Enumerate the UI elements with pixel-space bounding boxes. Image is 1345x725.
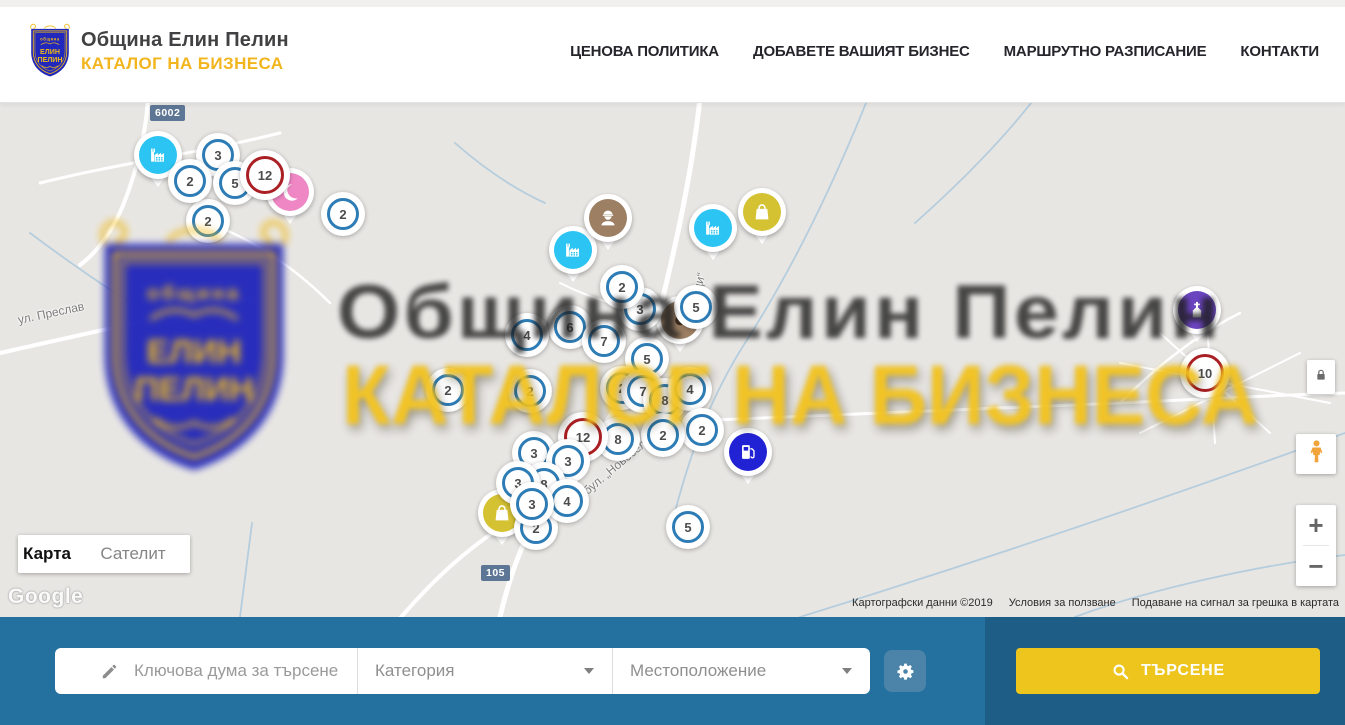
- cluster-marker[interactable]: 2: [321, 192, 365, 236]
- keyword-search-input[interactable]: [134, 661, 357, 681]
- top-strip: [0, 0, 1345, 7]
- search-bar: Категория Местоположение ТЪРСЕНЕ: [0, 617, 1345, 725]
- nav-pricing-policy[interactable]: ЦЕНОВА ПОЛИТИКА: [570, 43, 719, 60]
- worker-pin[interactable]: [584, 194, 632, 242]
- gear-icon: [895, 661, 916, 682]
- bag-pin[interactable]: [738, 188, 786, 236]
- chevron-down-icon: [584, 668, 594, 674]
- category-dropdown[interactable]: Категория: [358, 648, 613, 694]
- keyword-field: [55, 648, 358, 694]
- report-map-error-link[interactable]: Подаване на сигнал за грешка в картата: [1132, 597, 1339, 609]
- worker-icon: [589, 199, 627, 237]
- watermark-subtitle: КАТАЛОГ НА БИЗНЕСА: [342, 347, 1258, 444]
- location-dropdown[interactable]: Местоположение: [613, 648, 870, 694]
- road-shield: 6002: [150, 105, 185, 121]
- map-type-map-button[interactable]: Карта: [18, 535, 76, 573]
- lock-icon: [1313, 367, 1329, 388]
- svg-text:ПЕЛИН: ПЕЛИН: [37, 56, 62, 64]
- search-fields: Категория Местоположение: [55, 648, 870, 694]
- zoom-control: + −: [1296, 505, 1336, 586]
- google-logo[interactable]: Google: [8, 585, 83, 609]
- category-dropdown-label: Категория: [375, 661, 454, 681]
- lock-button[interactable]: [1307, 360, 1335, 394]
- svg-text:ЕЛИН: ЕЛИН: [147, 334, 242, 371]
- cluster-marker[interactable]: 3: [510, 482, 554, 526]
- map-attribution: Картографски данни ©2019 Условия за полз…: [852, 597, 1339, 609]
- nav-add-your-business[interactable]: ДОБАВЕТЕ ВАШИЯТ БИЗНЕС: [753, 43, 970, 60]
- search-bar-right-panel: ТЪРСЕНЕ: [985, 617, 1345, 725]
- municipality-logo: община ЕЛИН ПЕЛИН: [27, 23, 73, 79]
- main-nav: ЦЕНОВА ПОЛИТИКА ДОБАВЕТЕ ВАШИЯТ БИЗНЕС М…: [570, 43, 1345, 60]
- page: община ЕЛИН ПЕЛИН Община Елин Пелин КАТА…: [0, 0, 1345, 725]
- svg-text:ЕЛИН: ЕЛИН: [40, 48, 60, 56]
- site-title: Община Елин Пелин: [81, 29, 289, 52]
- map-type-control: Карта Сателит: [18, 535, 190, 573]
- brand-link[interactable]: община ЕЛИН ПЕЛИН Община Елин Пелин КАТА…: [0, 23, 289, 79]
- cluster-marker[interactable]: 2: [168, 159, 212, 203]
- pegman-icon: [1303, 438, 1330, 470]
- nav-route-schedule[interactable]: МАРШРУТНО РАЗПИСАНИЕ: [1004, 43, 1207, 60]
- nav-contacts[interactable]: КОНТАКТИ: [1240, 43, 1319, 60]
- cluster-marker[interactable]: 12: [240, 150, 290, 200]
- search-button-label: ТЪРСЕНЕ: [1141, 662, 1225, 680]
- watermark-logo: община ЕЛИН ПЕЛИН: [85, 216, 303, 487]
- map-canvas[interactable]: ул. Преславбул. „Новоселци“6002105232512…: [0, 103, 1345, 617]
- cluster-marker[interactable]: 5: [666, 505, 710, 549]
- svg-text:община: община: [40, 37, 60, 42]
- zoom-out-button[interactable]: −: [1296, 546, 1336, 586]
- search-button[interactable]: ТЪРСЕНЕ: [1016, 648, 1320, 694]
- attribution-copyright: Картографски данни ©2019: [852, 597, 993, 609]
- terms-of-use-link[interactable]: Условия за ползване: [1009, 597, 1116, 609]
- factory-pin[interactable]: [689, 204, 737, 252]
- header: община ЕЛИН ПЕЛИН Община Елин Пелин КАТА…: [0, 0, 1345, 103]
- street-view-pegman[interactable]: [1296, 434, 1336, 474]
- map-type-satellite-button[interactable]: Сателит: [76, 535, 190, 573]
- location-dropdown-label: Местоположение: [630, 661, 766, 681]
- pencil-icon: [100, 662, 119, 681]
- brand-text: Община Елин Пелин КАТАЛОГ НА БИЗНЕСА: [81, 29, 289, 74]
- road-shield: 105: [481, 565, 510, 581]
- search-icon: [1111, 662, 1130, 681]
- chevron-down-icon: [842, 668, 852, 674]
- advanced-settings-button[interactable]: [884, 650, 926, 692]
- watermark-title: Община Елин Пелин: [337, 269, 1223, 356]
- zoom-in-button[interactable]: +: [1296, 505, 1336, 545]
- bag-icon: [743, 193, 781, 231]
- search-bar-left-panel: Категория Местоположение: [0, 617, 985, 725]
- site-subtitle: КАТАЛОГ НА БИЗНЕСА: [81, 54, 289, 74]
- svg-text:ПЕЛИН: ПЕЛИН: [135, 372, 254, 409]
- svg-text:община: община: [147, 282, 241, 304]
- factory-icon: [694, 209, 732, 247]
